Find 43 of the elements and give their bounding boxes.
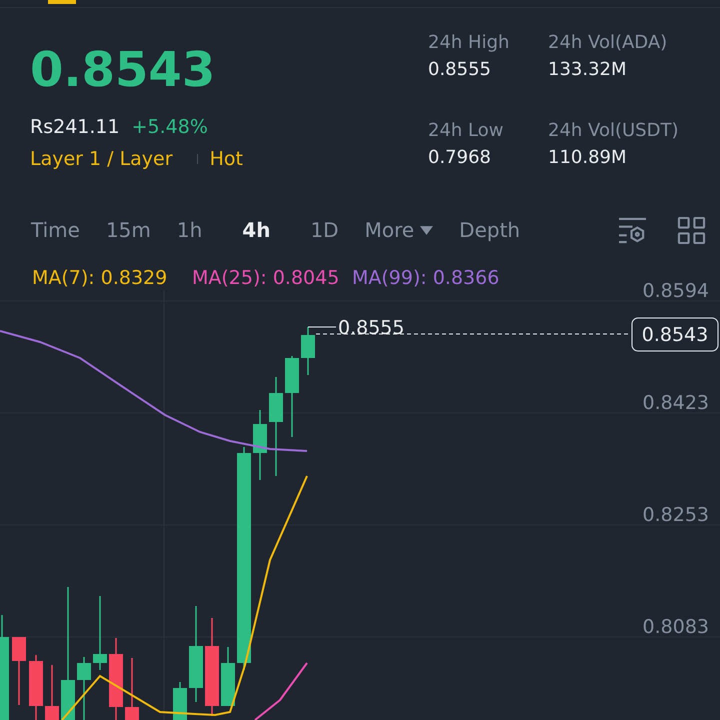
tab-indicator: [48, 0, 76, 4]
stat-label: 24h Vol(ADA): [548, 32, 668, 53]
candle: [301, 327, 315, 375]
price-axis-label: 0.8423: [642, 392, 709, 414]
stat-label: 24h Low: [428, 120, 504, 141]
interval-tab[interactable]: 1h: [168, 214, 212, 246]
stat-value: 110.89M: [548, 147, 628, 168]
fiat-price: Rs241.11: [30, 116, 120, 138]
stat-value: 0.8555: [428, 59, 492, 80]
stat-label: 24h Vol(USDT): [548, 120, 680, 141]
interval-tab[interactable]: More: [356, 214, 442, 246]
interval-tab[interactable]: 4h: [233, 214, 280, 246]
grid-icon[interactable]: [677, 216, 706, 244]
candle: [173, 682, 187, 720]
candle: [29, 655, 43, 720]
candle: [253, 410, 267, 480]
interval-tab[interactable]: Depth: [450, 214, 530, 246]
stat-label: 24h High: [428, 32, 510, 53]
candle: [45, 665, 59, 720]
moving-average-legend: MA(99): 0.8366: [352, 267, 500, 289]
interval-tab[interactable]: 1D: [301, 214, 348, 246]
indicator-settings-icon[interactable]: [618, 216, 647, 244]
price-axis-label: 0.8083: [642, 616, 709, 638]
candle: [125, 658, 139, 720]
stat-value: 133.32M: [548, 59, 628, 80]
interval-tab[interactable]: 15m: [96, 214, 160, 246]
high-price-marker: 0.8555: [338, 317, 404, 339]
caret-icon: [420, 226, 434, 234]
interval-tab[interactable]: Time: [22, 214, 89, 246]
candle: [77, 657, 91, 720]
candle: [221, 647, 235, 706]
moving-average-legend: MA(7): 0.8329: [32, 267, 168, 289]
leader-line: [308, 326, 336, 328]
price-axis-label: 0.8594: [642, 280, 709, 302]
price-change: +5.48%: [132, 116, 208, 138]
candle: [12, 637, 26, 705]
last-price-label: 0.8543: [632, 318, 718, 352]
last-price: 0.8543: [30, 42, 216, 98]
category-tag[interactable]: Hot: [210, 148, 243, 170]
stat-value: 0.7968: [428, 147, 492, 168]
category-tag[interactable]: Layer 1 / Layer: [30, 148, 173, 170]
price-axis-label: 0.8253: [642, 504, 709, 526]
moving-average-legend: MA(25): 0.8045: [192, 267, 340, 289]
